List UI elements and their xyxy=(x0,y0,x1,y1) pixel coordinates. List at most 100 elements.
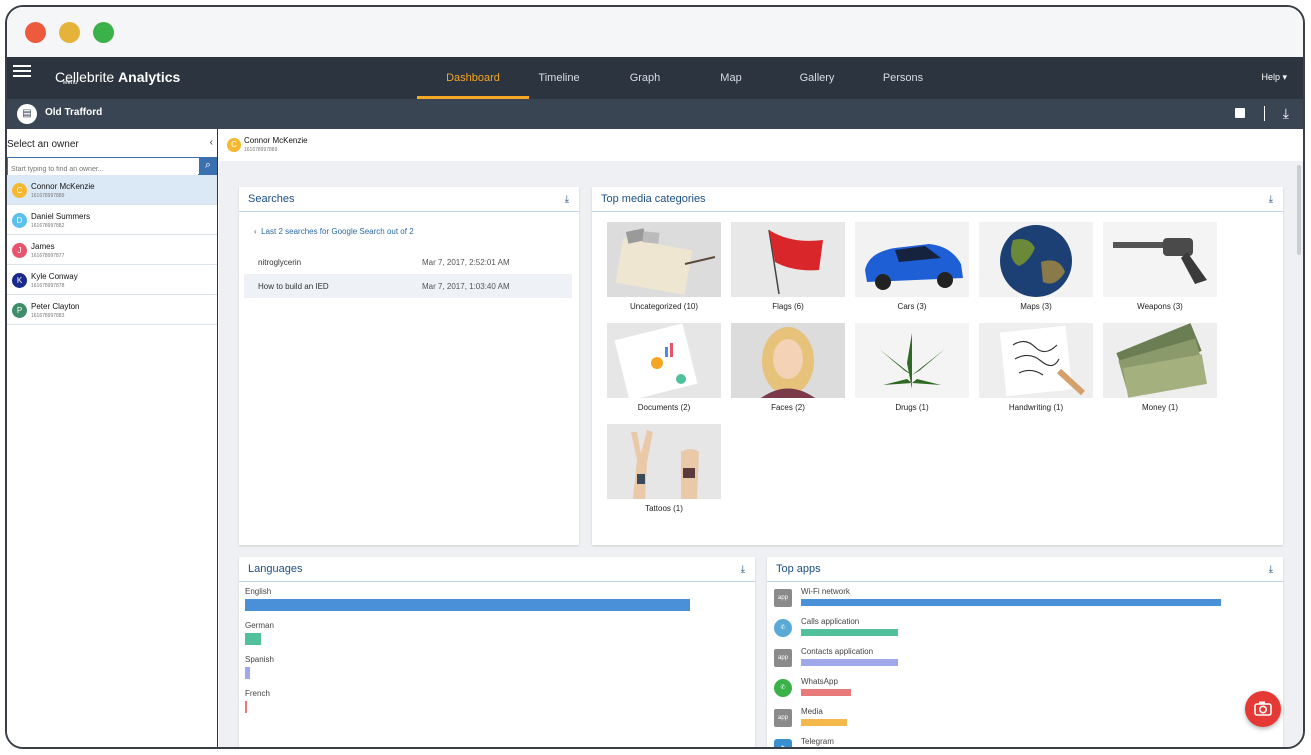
owner-list-item[interactable]: C Connor McKenzie 161678997889 xyxy=(7,175,217,205)
vertical-scrollbar[interactable] xyxy=(1297,165,1301,255)
media-thumbnail[interactable] xyxy=(607,424,721,499)
app-bar xyxy=(801,629,898,636)
media-category-label: Flags (6) xyxy=(772,302,804,311)
owner-number: 161678997889 xyxy=(31,193,65,199)
search-icon[interactable]: ⌕ xyxy=(199,157,217,175)
divider xyxy=(1264,106,1265,121)
media-thumbnail[interactable] xyxy=(731,323,845,398)
media-category-label: Cars (3) xyxy=(897,302,927,311)
app-label: Wi-Fi network xyxy=(801,587,850,596)
media-thumbnail[interactable] xyxy=(855,323,969,398)
blue-car-image xyxy=(855,222,969,297)
download-icon[interactable]: ⤓ xyxy=(1269,194,1273,205)
search-row[interactable]: nitroglycerin Mar 7, 2017, 2:52:01 AM xyxy=(244,250,572,274)
title-bar xyxy=(7,7,1303,57)
collapse-chevron-icon[interactable]: ‹ xyxy=(210,137,213,148)
help-menu[interactable]: Help ▾ xyxy=(1261,72,1287,83)
owner-sidebar: Select an owner ‹ ⌕ C Connor McKenzie 1616… xyxy=(7,129,218,747)
media-thumbnail[interactable] xyxy=(979,222,1093,297)
download-icon[interactable]: ⤓ xyxy=(1269,564,1273,575)
search-history-nav[interactable]: ‹ Last 2 searches for Google Search out … xyxy=(254,227,414,236)
app-label: Telegram xyxy=(801,737,834,746)
owner-name: Connor McKenzie xyxy=(244,136,308,145)
case-name: Old Trafford xyxy=(45,107,103,118)
app-bar xyxy=(801,599,1221,606)
language-bar xyxy=(245,633,261,645)
media-thumbnail[interactable] xyxy=(731,222,845,297)
blonde-woman-image xyxy=(731,323,845,398)
app-brand: Cellebrite Analytics xyxy=(55,69,180,85)
owner-avatar: K xyxy=(12,273,27,288)
charts-document-image xyxy=(607,323,721,398)
dollar-bills-image xyxy=(1103,323,1217,398)
app-icon: app xyxy=(774,649,792,667)
browser-window: Menu Cellebrite Analytics Dashboard Timel… xyxy=(5,5,1305,749)
media-category-label: Tattoos (1) xyxy=(645,504,683,513)
app-bar xyxy=(801,689,851,696)
top-apps-card: Top apps ⤓ app Wi-Fi network ✆ Calls applic… xyxy=(767,557,1283,747)
languages-card: Languages ⤓ English German Spanish French xyxy=(239,557,755,747)
case-bar: ▤ Old Trafford ⤓ xyxy=(7,99,1303,129)
whatsapp-icon: ✆ xyxy=(774,679,792,697)
cannabis-leaf-image xyxy=(855,323,969,398)
tab-persons[interactable]: Persons xyxy=(847,57,959,99)
camera-button[interactable] xyxy=(1245,691,1281,727)
media-thumbnail[interactable] xyxy=(607,222,721,297)
download-icon[interactable]: ⤓ xyxy=(565,194,569,205)
hamburger-menu-button[interactable]: Menu xyxy=(13,63,78,95)
owner-list-item[interactable]: P Peter Clayton 161678997883 xyxy=(7,295,217,325)
tattooed-hands-image xyxy=(607,424,721,499)
media-thumbnail[interactable] xyxy=(979,323,1093,398)
search-date: Mar 7, 2017, 2:52:01 AM xyxy=(422,258,510,267)
minimize-window-dot[interactable] xyxy=(59,22,80,43)
phone-icon: ✆ xyxy=(774,619,792,637)
search-date: Mar 7, 2017, 1:03:40 AM xyxy=(422,282,510,291)
search-row[interactable]: How to build an IED Mar 7, 2017, 1:03:40 … xyxy=(244,274,572,298)
language-bar xyxy=(245,667,250,679)
close-window-dot[interactable] xyxy=(25,22,46,43)
media-category-label: Faces (2) xyxy=(771,403,805,412)
globe-image xyxy=(979,222,1093,297)
owner-list-item[interactable]: J James 161678997877 xyxy=(7,235,217,265)
media-category-label: Weapons (3) xyxy=(1137,302,1183,311)
owner-search: ⌕ xyxy=(7,157,217,178)
language-bar xyxy=(245,701,247,713)
camera-icon xyxy=(1254,701,1272,716)
app-label: Media xyxy=(801,707,823,716)
media-thumbnail[interactable] xyxy=(607,323,721,398)
app-bar xyxy=(801,719,847,726)
media-thumbnail[interactable] xyxy=(1103,323,1217,398)
search-nav-text: Last 2 searches for Google Search out of… xyxy=(261,227,414,236)
top-navbar: Menu Cellebrite Analytics Dashboard Timel… xyxy=(7,57,1303,99)
owner-name: Kyle Conway xyxy=(31,272,78,281)
card-header: Top apps ⤓ xyxy=(767,557,1283,582)
dashboard-content: C Connor McKenzie 161678997889 Searches … xyxy=(219,129,1303,747)
brand-bold: Analytics xyxy=(118,69,181,85)
case-folder-icon: ▤ xyxy=(17,104,37,124)
search-query[interactable]: How to build an IED xyxy=(258,282,329,291)
owner-list-item[interactable]: D Daniel Summers 161678997882 xyxy=(7,205,217,235)
media-thumbnail[interactable] xyxy=(1103,222,1217,297)
media-thumbnail[interactable] xyxy=(855,222,969,297)
calendar-icon[interactable] xyxy=(1235,108,1245,118)
owner-number: 161678997877 xyxy=(31,253,65,259)
card-title: Languages xyxy=(248,563,303,575)
media-category-label: Documents (2) xyxy=(637,403,691,412)
card-title: Top apps xyxy=(776,563,821,575)
card-header: Top media categories ⤓ xyxy=(592,187,1283,212)
owner-avatar: P xyxy=(12,303,27,318)
download-icon[interactable]: ⤓ xyxy=(741,564,745,575)
hamburger-icon xyxy=(13,65,31,67)
owner-name: Peter Clayton xyxy=(31,302,80,311)
owner-list: C Connor McKenzie 161678997889 D Daniel Summ… xyxy=(7,175,217,325)
card-title: Top media categories xyxy=(601,193,706,205)
owner-number: 161678997883 xyxy=(31,313,65,319)
owner-name: James xyxy=(31,242,55,251)
owner-list-item[interactable]: K Kyle Conway 161678997878 xyxy=(7,265,217,295)
maximize-window-dot[interactable] xyxy=(93,22,114,43)
revolver-image xyxy=(1103,222,1217,297)
card-header: Languages ⤓ xyxy=(239,557,755,582)
download-icon[interactable]: ⤓ xyxy=(1283,105,1289,122)
red-flag-image xyxy=(731,222,845,297)
search-query[interactable]: nitroglycerin xyxy=(258,258,301,267)
